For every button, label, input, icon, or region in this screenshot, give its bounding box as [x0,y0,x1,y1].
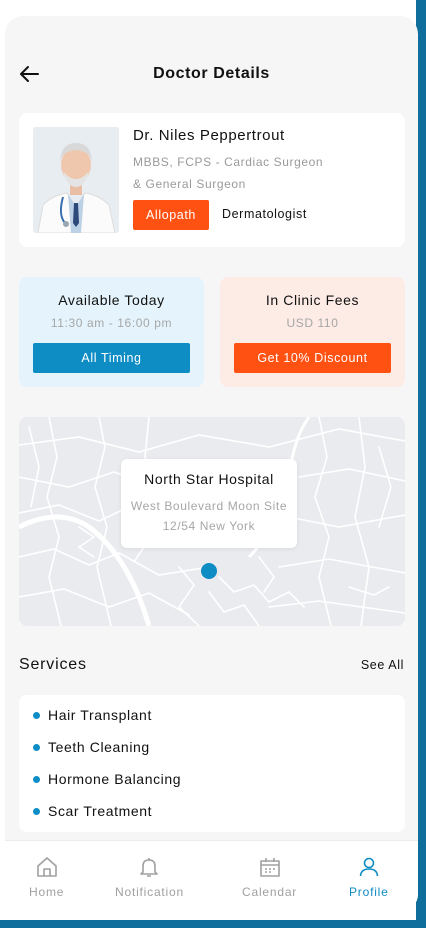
fees-amount: USD 110 [286,316,339,330]
tag-dermatologist: Dermatologist [222,207,307,221]
see-all-link[interactable]: See All [361,658,404,672]
all-timing-button[interactable]: All Timing [33,343,190,373]
nav-label: Profile [349,885,389,899]
doctor-photo [33,127,119,233]
bullet-icon [33,775,40,783]
service-label: Teeth Cleaning [48,739,150,755]
nav-label: Calendar [242,885,298,899]
availability-hours: 11:30 am - 16:00 pm [50,316,173,330]
nav-label: Home [29,885,65,899]
service-item[interactable]: Scar Treatment [33,801,152,821]
availability-card: Available Today 11:30 am - 16:00 pm All … [19,277,204,387]
location-pin-icon[interactable] [201,563,217,579]
availability-title: Available Today [58,292,165,308]
bullet-icon [33,711,40,719]
fees-title: In Clinic Fees [265,292,360,308]
hospital-name: North Star Hospital [144,471,274,487]
nav-label: Notification [115,885,184,899]
calendar-icon [259,858,280,877]
map-location-popup[interactable]: North Star Hospital West Boulevard Moon … [121,459,297,548]
service-item[interactable]: Hair Transplant [33,705,152,725]
tag-allopath: Allopath [133,200,209,230]
fees-card: In Clinic Fees USD 110 Get 10% Discount [220,277,405,387]
doctor-qualification: MBBS, FCPS - Cardiac Surgeon & General S… [133,155,324,191]
bullet-icon [33,807,40,815]
doctor-card[interactable]: Dr. Niles Peppertrout MBBS, FCPS - Cardi… [19,113,405,247]
service-label: Hair Transplant [48,707,152,723]
service-label: Hormone Balancing [48,771,182,787]
discount-button[interactable]: Get 10% Discount [234,343,391,373]
service-item[interactable]: Teeth Cleaning [33,737,150,757]
map-view[interactable]: North Star Hospital West Boulevard Moon … [19,417,405,626]
bullet-icon [33,743,40,751]
doctor-name: Dr. Niles Peppertrout [133,127,285,144]
services-list: Hair Transplant Teeth Cleaning Hormone B… [19,695,405,832]
service-item[interactable]: Hormone Balancing [33,769,181,789]
nav-notification[interactable]: Notification [115,855,184,899]
service-label: Scar Treatment [48,803,153,819]
services-title: Services [19,656,87,673]
user-icon [359,857,379,877]
home-icon [36,857,57,877]
nav-home[interactable]: Home [29,855,64,899]
bottom-nav: Home Notification Calendar Profile [5,840,418,912]
page-title: Doctor Details [153,65,270,82]
nav-profile[interactable]: Profile [349,855,389,899]
window-frame-bottom [0,920,426,928]
header: Doctor Details [5,16,418,106]
bell-icon [140,858,159,877]
phone-screen: Doctor Details Dr. Niles Peppertrout MBB… [5,16,418,912]
nav-calendar[interactable]: Calendar [242,855,297,899]
hospital-address: West Boulevard Moon Site 12/54 New York [130,499,288,533]
